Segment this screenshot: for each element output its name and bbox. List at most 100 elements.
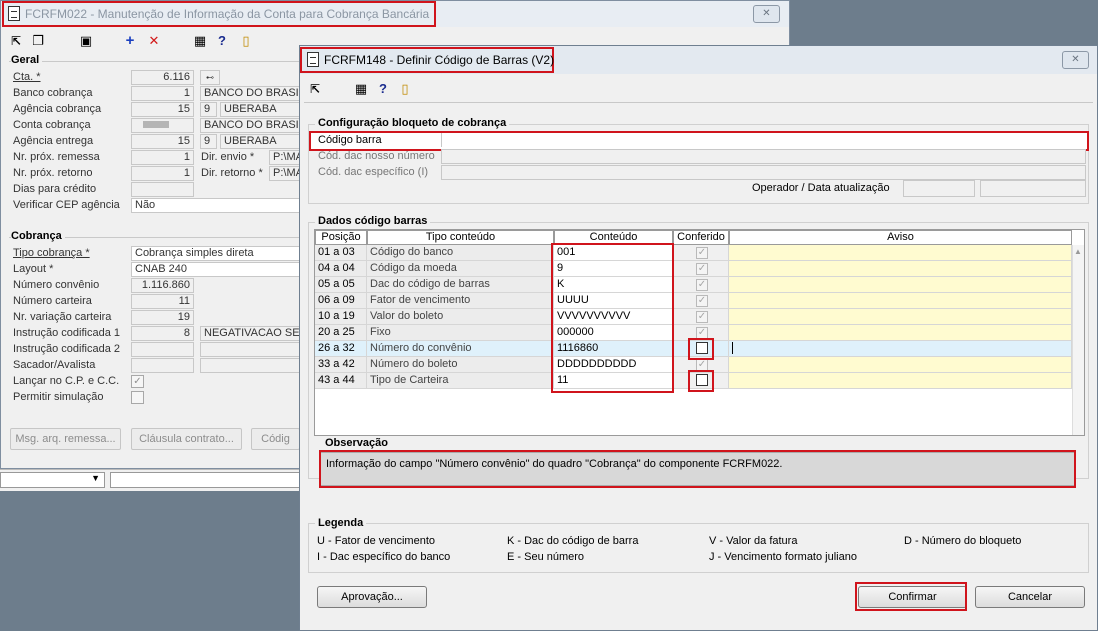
- row-aviso[interactable]: [729, 245, 1072, 261]
- sacador-field[interactable]: [131, 358, 194, 373]
- table-row[interactable]: 01 a 03 Código do banco 001 ✓: [315, 245, 1072, 261]
- agencia-num-field[interactable]: 15: [131, 102, 194, 117]
- row-tipo: Número do convênio: [367, 341, 554, 357]
- conta-field[interactable]: [131, 118, 194, 133]
- conferido-checkbox[interactable]: ✓: [696, 327, 708, 339]
- add-icon[interactable]: +: [123, 33, 137, 48]
- permitir-checkbox[interactable]: [131, 391, 144, 404]
- row-tipo: Tipo de Carteira: [367, 373, 554, 389]
- dir-retorno-field[interactable]: P:\MA: [269, 166, 300, 181]
- row-posicao: 20 a 25: [315, 325, 367, 341]
- scroll-up-icon[interactable]: ▲: [1074, 247, 1082, 256]
- dias-credito-field[interactable]: [131, 182, 194, 197]
- row-conferido[interactable]: ✓: [673, 261, 729, 277]
- layout-label: Layout *: [13, 263, 54, 275]
- table-row[interactable]: 06 a 09 Fator de vencimento UUUU ✓: [315, 293, 1072, 309]
- ag-entrega-num-field[interactable]: 15: [131, 134, 194, 149]
- chevron-down-icon: ▼: [91, 473, 100, 483]
- row-conferido[interactable]: ✓: [673, 293, 729, 309]
- back-window-titlebar: FCRFM022 - Manutenção de Informação da C…: [1, 1, 789, 27]
- banco-nome-field: BANCO DO BRASIL: [200, 86, 300, 101]
- conferido-checkbox[interactable]: ✓: [696, 311, 708, 323]
- conferido-checkbox[interactable]: ✓: [696, 359, 708, 371]
- grid-scrollbar[interactable]: ▲: [1072, 245, 1084, 435]
- cancelar-button[interactable]: Cancelar: [975, 586, 1085, 608]
- help-icon[interactable]: ?: [376, 82, 390, 96]
- conferido-checkbox[interactable]: ✓: [696, 279, 708, 291]
- lancar-checkbox[interactable]: ✓: [131, 375, 144, 388]
- col-conteudo[interactable]: Conteúdo: [554, 230, 673, 245]
- row-tipo: Fator de vencimento: [367, 293, 554, 309]
- delete-icon[interactable]: ✕: [147, 34, 161, 48]
- conta-label: Conta cobrança: [13, 119, 91, 131]
- row-aviso[interactable]: [729, 261, 1072, 277]
- col-conferido[interactable]: Conferido: [673, 230, 729, 245]
- prox-retorno-field[interactable]: 1: [131, 166, 194, 181]
- row-conferido[interactable]: ✓: [673, 357, 729, 373]
- col-aviso[interactable]: Aviso: [729, 230, 1072, 245]
- col-tipo[interactable]: Tipo conteúdo: [367, 230, 554, 245]
- calculator-icon[interactable]: ▦: [354, 82, 368, 96]
- geral-group-border: [9, 61, 309, 62]
- status-panel: [110, 472, 300, 488]
- legenda-item: E - Seu número: [507, 551, 585, 563]
- carteira-field[interactable]: 11: [131, 294, 194, 309]
- pointer-icon[interactable]: ⇱: [308, 82, 322, 96]
- msg-arq-remessa-button[interactable]: Msg. arq. remessa...: [10, 428, 121, 450]
- dac-nosso-field[interactable]: [441, 149, 1086, 164]
- back-close-button[interactable]: ✕: [753, 5, 780, 23]
- layout-field[interactable]: CNAB 240: [131, 262, 300, 277]
- row-aviso[interactable]: [729, 341, 1072, 357]
- instr1-num-field[interactable]: 8: [131, 326, 194, 341]
- copy-icon[interactable]: ❐: [31, 34, 45, 48]
- aprovacao-button[interactable]: Aprovação...: [317, 586, 427, 608]
- row-posicao: 26 a 32: [315, 341, 367, 357]
- table-row[interactable]: 10 a 19 Valor do boleto VVVVVVVVVV ✓: [315, 309, 1072, 325]
- banco-num-field[interactable]: 1: [131, 86, 194, 101]
- dac-especifico-field[interactable]: [441, 165, 1086, 180]
- confirmar-highlight: [855, 582, 967, 611]
- exit-door-icon[interactable]: ▯: [239, 34, 253, 48]
- convenio-checkbox-highlight: [688, 338, 714, 360]
- codigo-barra-label: Código barra: [318, 134, 382, 146]
- row-aviso[interactable]: [729, 293, 1072, 309]
- help-icon[interactable]: ?: [215, 34, 229, 48]
- table-row[interactable]: 04 a 04 Código da moeda 9 ✓: [315, 261, 1072, 277]
- col-posicao[interactable]: Posição: [315, 230, 367, 245]
- conferido-checkbox[interactable]: ✓: [696, 295, 708, 307]
- dir-envio-field[interactable]: P:\MA: [269, 150, 300, 165]
- row-aviso[interactable]: [729, 357, 1072, 373]
- instr2-num-field[interactable]: [131, 342, 194, 357]
- row-conferido[interactable]: ✓: [673, 325, 729, 341]
- table-row[interactable]: 05 a 05 Dac do código de barras K ✓: [315, 277, 1072, 293]
- codigo-barra-field[interactable]: [441, 133, 1085, 147]
- row-tipo: Número do boleto: [367, 357, 554, 373]
- clausula-contrato-button[interactable]: Cláusula contrato...: [131, 428, 242, 450]
- row-aviso[interactable]: [729, 325, 1072, 341]
- codigo-button[interactable]: Códig: [251, 428, 300, 450]
- verificar-cep-select[interactable]: Não: [131, 198, 300, 213]
- calculator-icon[interactable]: ▦: [193, 34, 207, 48]
- row-conferido[interactable]: ✓: [673, 309, 729, 325]
- pointer-icon[interactable]: ⇱: [9, 34, 23, 48]
- status-combo[interactable]: ▼: [0, 472, 105, 488]
- row-aviso[interactable]: [729, 373, 1072, 389]
- cta-field[interactable]: 6.116: [131, 70, 194, 85]
- conferido-checkbox[interactable]: ✓: [696, 247, 708, 259]
- variacao-field[interactable]: 19: [131, 310, 194, 325]
- table-row[interactable]: 20 a 25 Fixo 000000 ✓: [315, 325, 1072, 341]
- row-aviso[interactable]: [729, 309, 1072, 325]
- dialog-close-button[interactable]: ✕: [1062, 51, 1089, 69]
- lookup-icon[interactable]: ⊷: [200, 70, 220, 85]
- table-row[interactable]: 33 a 42 Número do boleto DDDDDDDDDD ✓: [315, 357, 1072, 373]
- row-conferido[interactable]: ✓: [673, 277, 729, 293]
- conferido-checkbox[interactable]: ✓: [696, 263, 708, 275]
- tipo-cobranca-field[interactable]: Cobrança simples direta: [131, 246, 300, 261]
- row-aviso[interactable]: [729, 277, 1072, 293]
- save-icon[interactable]: ▣: [79, 34, 93, 48]
- row-posicao: 33 a 42: [315, 357, 367, 373]
- prox-remessa-field[interactable]: 1: [131, 150, 194, 165]
- convenio-field[interactable]: 1.116.860: [131, 278, 194, 293]
- row-conferido[interactable]: ✓: [673, 245, 729, 261]
- exit-door-icon[interactable]: ▯: [398, 82, 412, 96]
